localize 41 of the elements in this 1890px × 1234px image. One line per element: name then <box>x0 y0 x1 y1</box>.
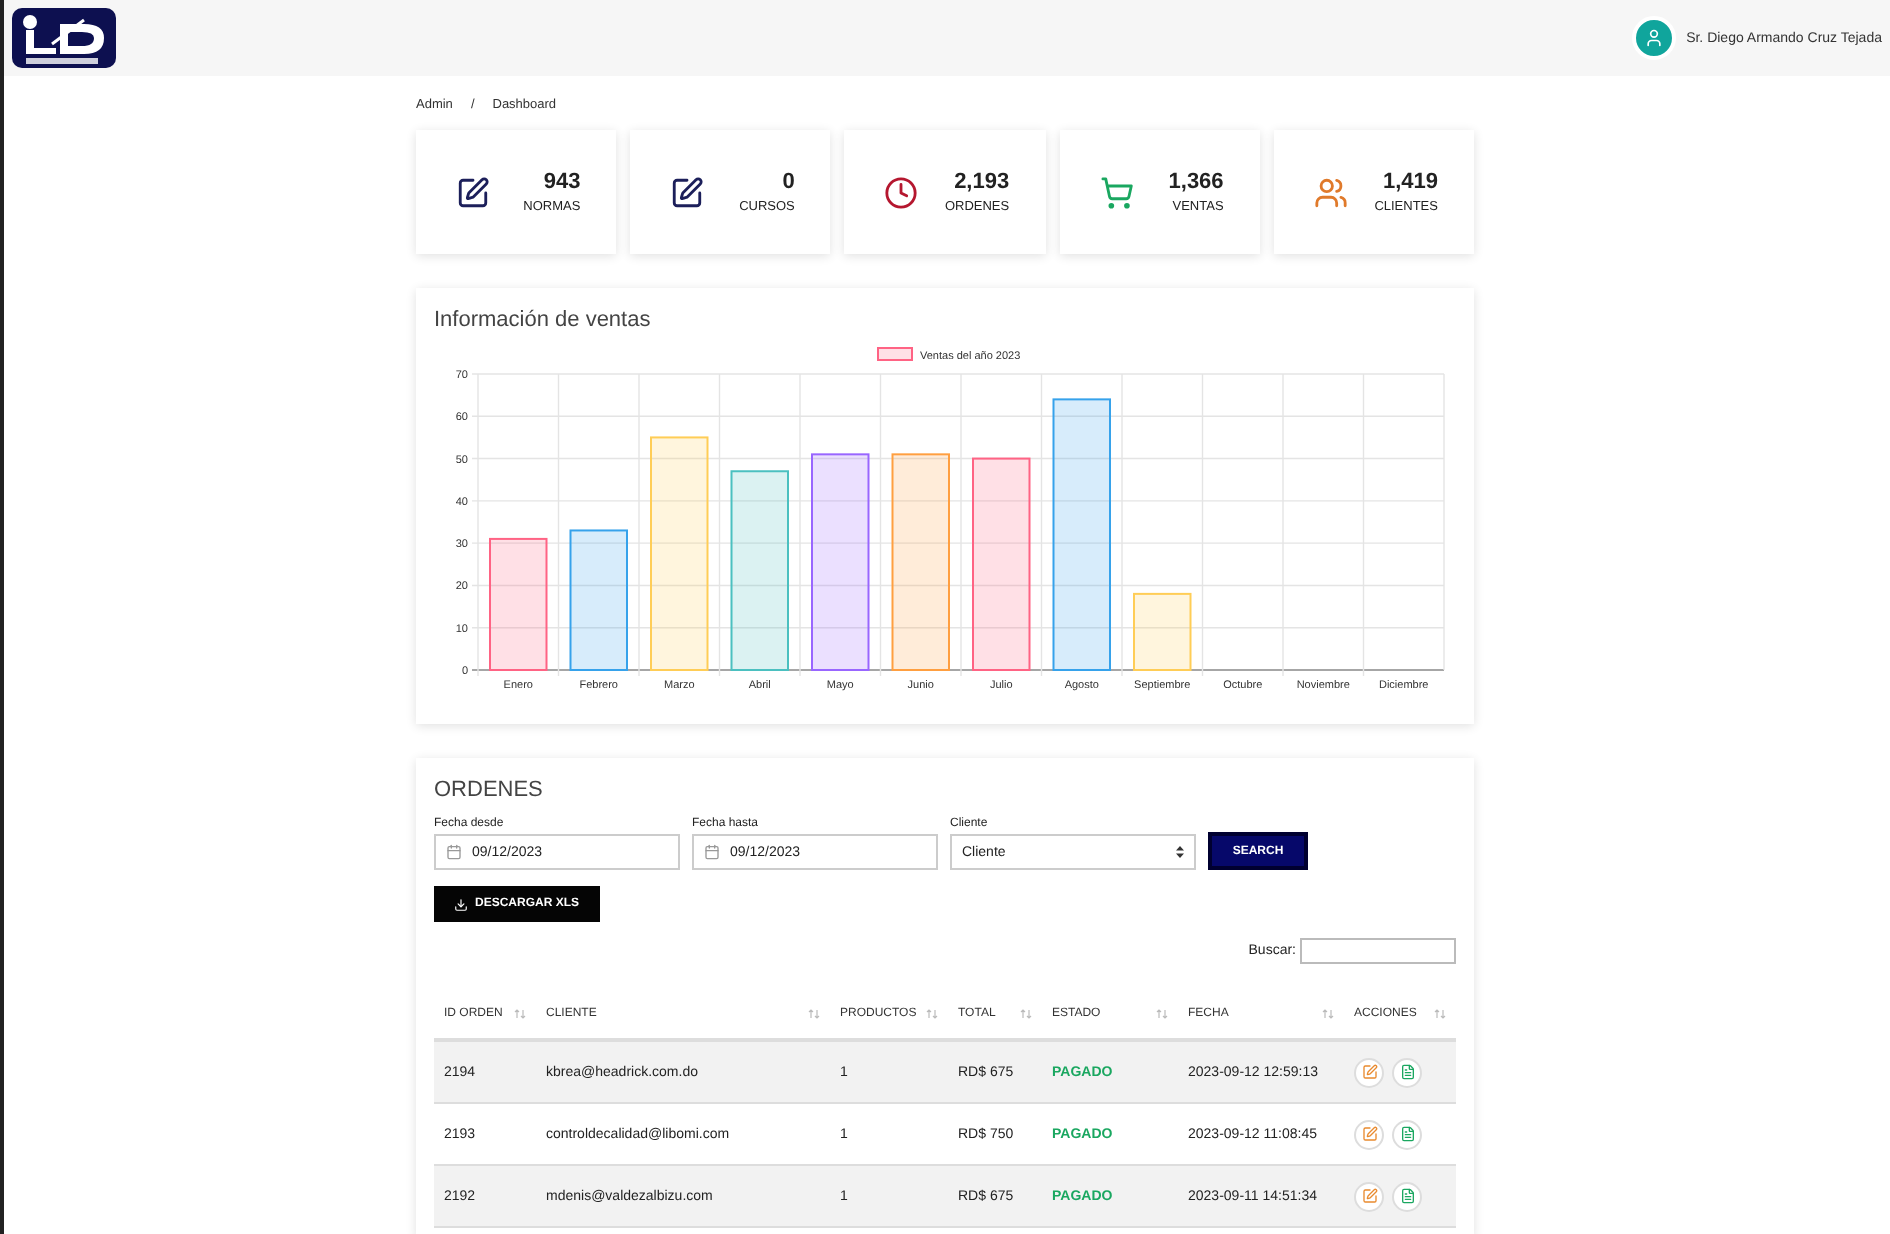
edit-button[interactable] <box>1354 1057 1384 1087</box>
calendar-icon <box>704 844 720 860</box>
card-title: Información de ventas <box>434 308 653 332</box>
edit-icon <box>1361 1126 1377 1142</box>
bar <box>1133 592 1192 671</box>
search-field[interactable] <box>1300 938 1456 964</box>
clock-icon <box>884 175 919 209</box>
edit-button[interactable] <box>1354 1181 1384 1211</box>
edit-icon <box>1361 1188 1377 1204</box>
sort-icon <box>1434 1008 1446 1020</box>
stat-value: 1,419 <box>1382 170 1438 194</box>
document-button[interactable] <box>1392 1057 1422 1087</box>
card-title: ORDENES <box>434 778 545 802</box>
users-icon <box>1313 175 1348 209</box>
sort-icon <box>1020 1008 1032 1020</box>
sort-icon <box>808 1008 820 1020</box>
document-icon <box>1399 1064 1415 1080</box>
document-icon <box>1399 1188 1415 1204</box>
edit-button[interactable] <box>1354 1119 1384 1149</box>
edit-icon <box>1361 1064 1377 1080</box>
document-button[interactable] <box>1392 1119 1422 1149</box>
sort-icon <box>1322 1008 1334 1020</box>
edit-icon <box>670 175 705 209</box>
bar <box>489 537 548 671</box>
stat-value: 1,366 <box>1168 170 1224 194</box>
user-avatar[interactable] <box>1632 16 1677 60</box>
stat-value: 943 <box>543 170 581 194</box>
download-icon <box>454 897 469 911</box>
sort-icon <box>514 1008 526 1020</box>
calendar-icon <box>446 844 462 860</box>
sort-icon <box>1156 1008 1168 1020</box>
stat-value: 0 <box>782 170 795 194</box>
caret-icon <box>1176 846 1184 858</box>
sort-icon <box>926 1008 938 1020</box>
document-button[interactable] <box>1392 1181 1422 1211</box>
edit-icon <box>456 175 490 209</box>
stat-value: 2,193 <box>954 170 1010 194</box>
document-icon <box>1399 1126 1415 1142</box>
logo <box>12 8 116 68</box>
bar <box>569 529 628 671</box>
cart-icon <box>1099 175 1134 209</box>
